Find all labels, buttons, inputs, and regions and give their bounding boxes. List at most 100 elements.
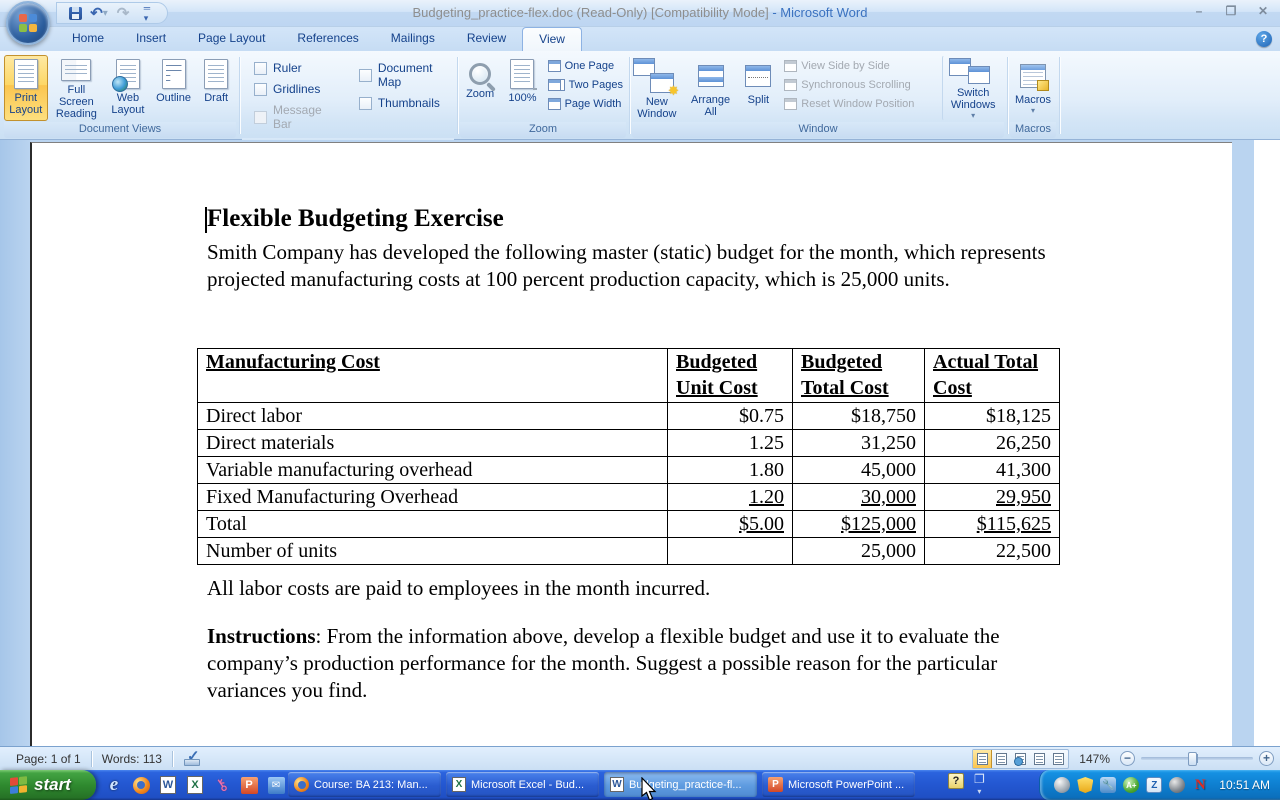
tray-zonealarm-icon[interactable]: Z bbox=[1146, 777, 1162, 793]
internet-explorer-icon[interactable]: e bbox=[104, 775, 124, 795]
arrange-all-icon bbox=[698, 65, 724, 87]
two-pages-button[interactable]: Two Pages bbox=[545, 78, 626, 92]
minimize-button[interactable]: – bbox=[1190, 4, 1208, 18]
thumbnails-checkbox[interactable]: Thumbnails bbox=[359, 96, 456, 110]
tab-view[interactable]: View bbox=[522, 27, 582, 51]
macros-button[interactable]: Macros ▾ bbox=[1010, 55, 1056, 121]
draft-button[interactable]: Draft bbox=[196, 55, 236, 121]
group-label-document-views[interactable]: Document Views bbox=[4, 122, 236, 138]
split-button[interactable]: Split bbox=[739, 55, 777, 121]
zoom-slider-center-tick bbox=[1197, 754, 1198, 763]
taskbar-help-icon[interactable]: ? bbox=[948, 773, 964, 789]
powerpoint-icon[interactable]: P bbox=[239, 775, 259, 795]
status-full-screen-button[interactable] bbox=[992, 750, 1011, 768]
table-row: Direct materials 1.25 31,250 26,250 bbox=[198, 430, 1060, 457]
office-button[interactable] bbox=[6, 1, 50, 45]
window-title: Budgeting_practice-flex.doc (Read-Only) … bbox=[0, 5, 1280, 20]
outline-button[interactable]: Outline bbox=[151, 55, 197, 121]
ruler-checkbox[interactable]: Ruler bbox=[254, 61, 341, 75]
status-outline-button[interactable] bbox=[1030, 750, 1049, 768]
zoom-slider[interactable] bbox=[1141, 751, 1253, 766]
thumbnails-label: Thumbnails bbox=[378, 96, 440, 110]
table-row: Direct labor $0.75 $18,750 $18,125 bbox=[198, 403, 1060, 430]
word-count[interactable]: Words: 113 bbox=[92, 752, 172, 766]
zoom-100-icon bbox=[510, 59, 534, 89]
two-pages-icon bbox=[548, 79, 561, 91]
table-cell: 22,500 bbox=[925, 538, 1060, 565]
table-cell: Total bbox=[198, 511, 668, 538]
draft-icon bbox=[204, 59, 228, 89]
table-cell: Number of units bbox=[198, 538, 668, 565]
group-label-zoom[interactable]: Zoom bbox=[460, 122, 626, 138]
tab-insert[interactable]: Insert bbox=[120, 27, 182, 51]
table-cell: $115,625 bbox=[925, 511, 1060, 538]
zoom-slider-handle[interactable] bbox=[1188, 752, 1197, 766]
key-icon[interactable]: ⚷ bbox=[212, 775, 232, 795]
gridlines-checkbox[interactable]: Gridlines bbox=[254, 82, 341, 96]
excel-icon: X bbox=[452, 777, 466, 792]
dropdown-arrow-icon: ▾ bbox=[1031, 107, 1035, 115]
group-label-window[interactable]: Window bbox=[632, 122, 1004, 138]
taskbar-button-excel[interactable]: X Microsoft Excel - Bud... bbox=[446, 772, 599, 797]
zoom-out-button[interactable]: − bbox=[1120, 751, 1135, 766]
new-window-button[interactable]: New Window bbox=[632, 55, 682, 121]
tab-mailings[interactable]: Mailings bbox=[375, 27, 451, 51]
tab-home[interactable]: Home bbox=[56, 27, 120, 51]
table-cell: 26,250 bbox=[925, 430, 1060, 457]
zoom-level[interactable]: 147% bbox=[1079, 752, 1110, 766]
task-label: Course: BA 213: Man... bbox=[314, 779, 428, 791]
tray-tools-icon[interactable]: 🔧 bbox=[1100, 777, 1116, 793]
one-page-button[interactable]: One Page bbox=[545, 59, 626, 73]
group-label-macros[interactable]: Macros bbox=[1010, 122, 1056, 138]
taskbar-clock[interactable]: 10:51 AM bbox=[1219, 778, 1270, 792]
document-map-checkbox[interactable]: Document Map bbox=[359, 61, 456, 89]
status-print-layout-button[interactable] bbox=[973, 750, 992, 768]
tab-page-layout[interactable]: Page Layout bbox=[182, 27, 281, 51]
zoom-button[interactable]: Zoom bbox=[460, 55, 500, 121]
tray-messenger-icon[interactable] bbox=[1054, 777, 1070, 793]
web-layout-button[interactable]: Web Layout bbox=[105, 55, 151, 121]
tab-review[interactable]: Review bbox=[451, 27, 522, 51]
status-draft-button[interactable] bbox=[1049, 750, 1068, 768]
group-macros: Macros ▾ Macros bbox=[1008, 53, 1058, 138]
zoom-in-button[interactable]: + bbox=[1259, 751, 1274, 766]
group-document-views: Print Layout Full Screen Reading Web Lay… bbox=[2, 53, 238, 138]
taskbar-button-powerpoint[interactable]: P Microsoft PowerPoint ... bbox=[762, 772, 915, 797]
document-page[interactable]: Flexible Budgeting Exercise Smith Compan… bbox=[30, 142, 1232, 746]
view-side-by-side-label: View Side by Side bbox=[801, 60, 889, 72]
word-icon[interactable]: W bbox=[158, 775, 178, 795]
taskbar-toolbar-button[interactable]: ❐▾ bbox=[974, 773, 985, 798]
tray-update-icon[interactable] bbox=[1169, 777, 1185, 793]
word-icon: W bbox=[610, 777, 624, 792]
document-heading: Flexible Budgeting Exercise bbox=[207, 205, 504, 233]
outlook-express-icon[interactable]: ✉ bbox=[266, 775, 286, 795]
tray-norton-icon[interactable]: N bbox=[1192, 777, 1208, 793]
print-layout-button[interactable]: Print Layout bbox=[4, 55, 48, 121]
full-screen-reading-button[interactable]: Full Screen Reading bbox=[48, 55, 105, 121]
group-window: New Window Arrange All Split View Side b… bbox=[630, 53, 1006, 138]
excel-icon[interactable]: X bbox=[185, 775, 205, 795]
help-button[interactable]: ? bbox=[1256, 31, 1272, 47]
close-button[interactable]: ✕ bbox=[1254, 4, 1272, 18]
taskbar-button-firefox[interactable]: Course: BA 213: Man... bbox=[288, 772, 441, 797]
tray-security-shield-icon[interactable] bbox=[1077, 777, 1093, 793]
start-button[interactable]: start bbox=[0, 770, 96, 800]
restore-button[interactable]: ❐ bbox=[1222, 4, 1240, 18]
status-web-layout-button[interactable] bbox=[1011, 750, 1030, 768]
arrange-all-button[interactable]: Arrange All bbox=[686, 55, 736, 121]
gridlines-label: Gridlines bbox=[273, 82, 320, 96]
page-width-button[interactable]: Page Width bbox=[545, 97, 626, 111]
switch-windows-button[interactable]: Switch Windows ▾ bbox=[942, 55, 1004, 121]
switch-windows-label: Switch Windows bbox=[945, 87, 1001, 111]
tray-antivirus-icon[interactable]: A+ bbox=[1123, 777, 1139, 793]
spellcheck-status-icon[interactable] bbox=[183, 751, 201, 767]
firefox-icon[interactable] bbox=[131, 775, 151, 795]
table-cell: 41,300 bbox=[925, 457, 1060, 484]
checkbox-icon bbox=[359, 69, 372, 82]
tab-references[interactable]: References bbox=[281, 27, 374, 51]
taskbar-button-word-active[interactable]: W Budgeting_practice-fl... bbox=[604, 772, 757, 797]
document-map-label: Document Map bbox=[378, 61, 456, 89]
page-indicator[interactable]: Page: 1 of 1 bbox=[6, 752, 91, 766]
new-window-label: New Window bbox=[635, 96, 679, 120]
zoom-100-button[interactable]: 100% bbox=[502, 55, 542, 121]
